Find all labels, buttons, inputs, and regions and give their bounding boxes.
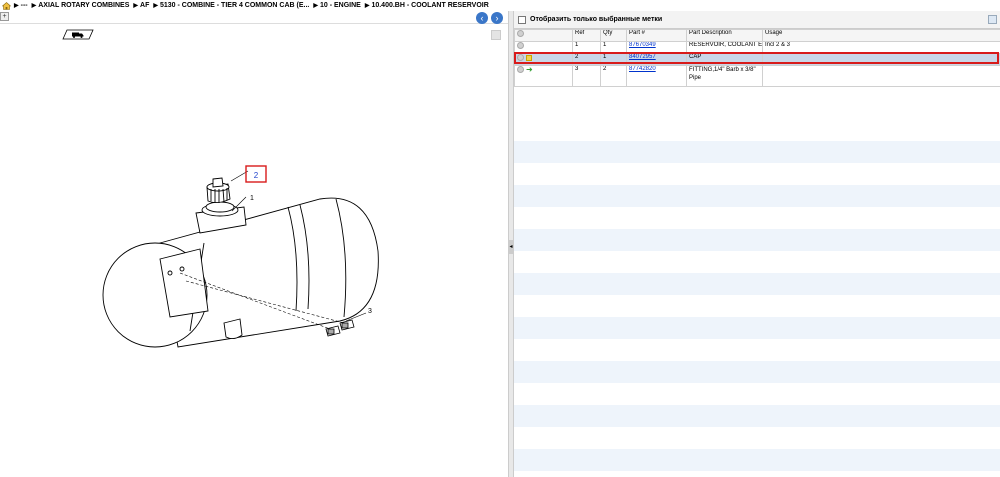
breadcrumb-item-engine[interactable]: ▶ 10 - ENGINE [313,2,360,9]
circle-icon [517,30,524,37]
note-icon[interactable] [526,54,532,61]
part-number-link[interactable]: 84072957 [629,55,656,61]
row-usage: Incl 2 & 3 [762,41,1000,54]
row-ref: 1 [572,41,601,54]
column-header-part[interactable]: Part # [626,29,687,42]
circle-icon[interactable] [517,42,524,49]
column-header-description[interactable]: Part Description [686,29,763,42]
table-header-row: Ref Qty Part # Part Description Usage [514,29,1000,42]
row-ref: 3 [572,65,601,87]
table-row[interactable]: 1 1 87670349 RESERVOIR, COOLANT E Incl 2… [514,41,1000,54]
row-usage [762,65,1000,87]
home-icon[interactable] [1,1,12,10]
show-selected-only-checkbox[interactable] [518,15,526,24]
column-header-ref[interactable]: Ref [572,29,601,42]
table-row[interactable]: ➜ 3 2 87742820 FITTING,1/4" Barb x 3/8" P… [514,65,1000,87]
drawing-pane: + ‹ › 2 1 3 [0,11,508,477]
breadcrumb-item-reservoir[interactable]: ▶ 10.400.BH - COOLANT RESERVOIR [365,2,489,9]
filter-bar: Отобразить только выбранные метки [514,11,1000,29]
coolant-reservoir-drawing: 2 1 3 [102,165,379,348]
breadcrumb-item-model[interactable]: ▶ 5130 - COMBINE - TIER 4 COMMON CAB (E..… [153,2,309,9]
row-description: FITTING,1/4" Barb x 3/8" Pipe [686,65,763,87]
callout-3[interactable]: 3 [368,308,372,315]
breadcrumb: ▶ --- ▶ AXIAL ROTARY COMBINES ▶ AF ▶ 5130 - … [0,0,1000,11]
part-number-link[interactable]: 87670349 [629,43,656,49]
empty-table-area [514,119,1000,477]
breadcrumb-item-af[interactable]: ▶ AF [133,2,149,9]
row-description: RESERVOIR, COOLANT E [686,41,763,54]
collapse-icon[interactable]: ◂ [509,240,513,254]
row-qty: 2 [600,65,627,87]
breadcrumb-item-root[interactable]: ▶ --- [14,2,28,9]
export-icon[interactable] [988,15,997,24]
table-row-selected[interactable]: 2 1 84072957 CAP [514,53,1000,66]
arrow-icon[interactable]: ➜ [526,67,533,74]
row-description: CAP [686,53,763,66]
row-qty: 1 [600,41,627,54]
column-header-usage[interactable]: Usage [762,29,1000,42]
parts-list-pane: Отобразить только выбранные метки Ref Qt… [514,11,1000,477]
row-usage [762,53,1000,66]
callout-1[interactable]: 1 [250,195,254,202]
column-header-qty[interactable]: Qty [600,29,627,42]
parts-table: Ref Qty Part # Part Description Usage 1 … [514,29,1000,87]
breadcrumb-item-axial[interactable]: ▶ AXIAL ROTARY COMBINES [32,2,130,9]
part-number-link[interactable]: 87742820 [629,67,656,73]
column-header-icon [514,29,573,42]
row-ref: 2 [572,53,601,66]
callout-2[interactable]: 2 [254,171,259,180]
row-qty: 1 [600,53,627,66]
show-selected-only-label: Отобразить только выбранные метки [530,16,663,23]
circle-icon[interactable] [517,54,524,61]
circle-icon[interactable] [517,66,524,73]
